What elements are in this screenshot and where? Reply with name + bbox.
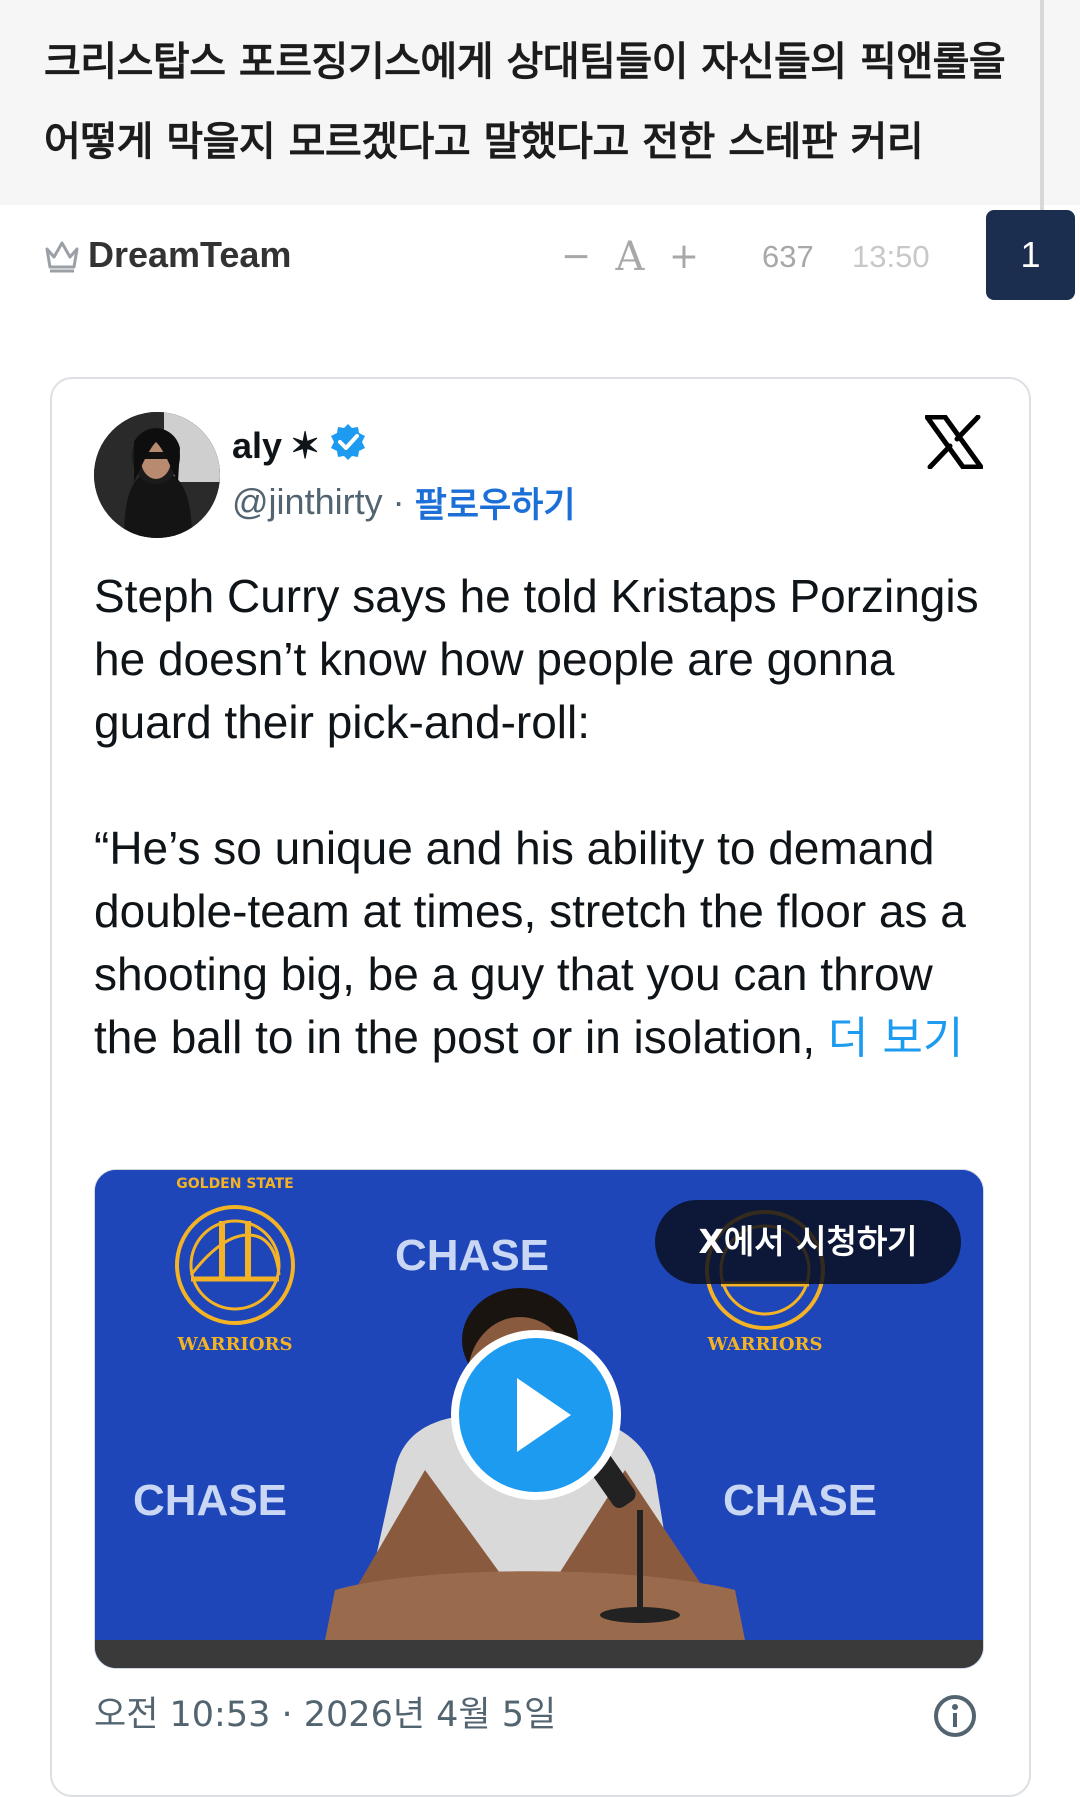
author-handle[interactable]: @jinthirty [232, 481, 383, 523]
font-decrease-button[interactable]: − [558, 235, 594, 279]
x-logo-icon[interactable] [924, 414, 984, 470]
comment-count-button[interactable]: 1 [986, 210, 1075, 300]
show-more-link[interactable]: 더 보기 [828, 1013, 963, 1064]
font-increase-button[interactable]: + [666, 235, 702, 279]
post-title-header: 크리스탑스 포르징기스에게 상대팀들이 자신들의 픽앤롤을 어떻게 막을지 모르… [0, 0, 1080, 210]
crown-icon [42, 235, 82, 275]
tweet-author[interactable]: aly ✶ [232, 423, 368, 469]
post-meta-bar: DreamTeam − A + 637 13:50 [0, 205, 1080, 305]
sponsor-text-left: CHASE [133, 1476, 287, 1525]
font-size-label[interactable]: A [610, 235, 650, 279]
team-text-top-left: GOLDEN STATE [176, 1176, 294, 1192]
avatar[interactable] [94, 412, 220, 538]
author-handle-row: @jinthirty · 팔로우하기 [232, 477, 576, 528]
tweet-body-container: Steph Curry says he told Kristaps Porzin… [94, 565, 994, 1070]
team-text-bottom-right: WARRIORS [706, 1334, 822, 1355]
view-count: 637 [762, 239, 814, 274]
site-brand[interactable]: DreamTeam [42, 229, 291, 281]
play-icon[interactable] [451, 1330, 621, 1500]
info-icon[interactable] [932, 1693, 978, 1739]
team-text-bottom-left: WARRIORS [176, 1334, 292, 1355]
post-title: 크리스탑스 포르징기스에게 상대팀들이 자신들의 픽앤롤을 어떻게 막을지 모르… [44, 39, 1006, 165]
scrollbar[interactable] [1040, 0, 1044, 210]
post-time: 13:50 [852, 239, 930, 274]
separator: · [392, 481, 405, 522]
sponsor-text-top: CHASE [395, 1231, 549, 1280]
tweet-body: Steph Curry says he told Kristaps Porzin… [94, 570, 979, 1063]
tweet-embed-card: aly ✶ @jinthirty · 팔로우하기 Steph Curry say… [50, 377, 1031, 1797]
sponsor-text-right: CHASE [723, 1476, 877, 1525]
site-name: DreamTeam [88, 234, 292, 275]
verified-badge-icon [328, 422, 368, 471]
follow-button[interactable]: 팔로우하기 [415, 477, 576, 528]
watch-on-x-button[interactable]: X에서 시청하기 [655, 1200, 961, 1284]
tweet-video[interactable]: GOLDEN STATE WARRIORS WARRIORS CHASE CHA… [94, 1169, 984, 1669]
tweet-timestamp[interactable]: 오전 10:53 · 2026년 4월 5일 [94, 1691, 556, 1739]
name-symbol: ✶ [290, 425, 321, 466]
author-name: aly [232, 425, 283, 466]
